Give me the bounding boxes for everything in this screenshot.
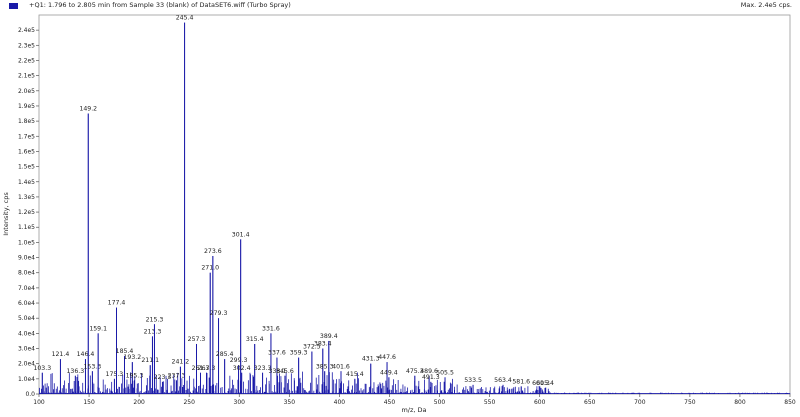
y-tick-label: 1.4e5 xyxy=(18,179,35,186)
spectrum-trace xyxy=(38,22,791,395)
peak-label: 581.6 xyxy=(512,378,530,385)
axes: 100 150 200 250 300 350 400 450 500 550 600 650 700 7… xyxy=(18,14,796,406)
peak-label: 241.2 xyxy=(172,359,190,366)
x-tick-label: 250 xyxy=(183,399,195,406)
peak-label: 103.3 xyxy=(33,365,51,372)
peak-labels: 103.3121.4136.3146.4149.2153.3159.1175.3… xyxy=(33,15,554,394)
y-tick-label: 3.0e4 xyxy=(18,346,35,353)
peak-label: 213.3 xyxy=(144,328,162,335)
y-tick-label: 2.1e5 xyxy=(18,73,35,80)
peak-label: 315.4 xyxy=(246,336,264,343)
peak-label: 136.3 xyxy=(66,368,84,375)
peak-label: 447.6 xyxy=(378,354,396,361)
y-tick-label: 0.0 xyxy=(25,391,35,398)
peak-label: 149.2 xyxy=(79,106,97,113)
y-tick-label: 6.0e4 xyxy=(18,300,35,307)
x-axis-title: m/z, Da xyxy=(401,406,426,414)
peak-label: 505.5 xyxy=(436,369,454,376)
y-tick-label: 7.0e4 xyxy=(18,285,35,292)
y-tick-label: 1.2e5 xyxy=(18,209,35,216)
y-tick-label: 1.6e5 xyxy=(18,148,35,155)
mass-spectrum-chart: 100 150 200 250 300 350 400 450 500 550 600 650 700 7… xyxy=(2,14,796,414)
y-tick-label: 1.7e5 xyxy=(18,133,35,140)
series-line xyxy=(38,22,791,395)
peak-label: 211.1 xyxy=(141,357,159,364)
peak-label: 385.3 xyxy=(316,363,334,370)
x-tick-label: 300 xyxy=(234,399,246,406)
peak-label: 449.4 xyxy=(380,369,398,376)
peak-label: 237.3 xyxy=(168,372,186,379)
x-tick-label: 200 xyxy=(133,399,145,406)
x-tick-label: 550 xyxy=(484,399,496,406)
x-tick-label: 800 xyxy=(734,399,746,406)
x-tick-label: 500 xyxy=(434,399,446,406)
y-tick-label: 1.0e4 xyxy=(18,376,35,383)
peak-label: 279.3 xyxy=(210,310,228,317)
x-tick-label: 850 xyxy=(784,399,796,406)
peak-label: 415.4 xyxy=(346,371,364,378)
peak-label: 605.4 xyxy=(536,380,554,387)
y-tick-label: 1.8e5 xyxy=(18,118,35,125)
x-tick-label: 350 xyxy=(284,399,296,406)
peak-label: 146.4 xyxy=(77,351,95,358)
x-tick-label: 650 xyxy=(584,399,596,406)
x-tick-label: 400 xyxy=(334,399,346,406)
peak-label: 389.4 xyxy=(320,333,338,340)
y-tick-label: 1.3e5 xyxy=(18,194,35,201)
peak-label: 215.3 xyxy=(146,316,164,323)
peak-label: 401.6 xyxy=(332,363,350,370)
plot-frame xyxy=(38,14,791,395)
peak-label: 175.3 xyxy=(106,371,124,378)
peak-label: 257.3 xyxy=(188,336,206,343)
peak-label: 431.3 xyxy=(362,356,380,363)
y-tick-label: 1.0e5 xyxy=(18,239,35,246)
y-axis-title: Intensity, cps xyxy=(2,192,10,236)
y-tick-label: 5.0e4 xyxy=(18,315,35,322)
peak-label: 337.6 xyxy=(268,350,286,357)
peak-label: 331.6 xyxy=(262,325,280,332)
peak-label: 301.4 xyxy=(232,231,250,238)
peak-label: 245.4 xyxy=(176,15,194,22)
peak-label: 121.4 xyxy=(52,351,70,358)
peak-label: 563.4 xyxy=(494,377,512,384)
y-tick-label: 1.1e5 xyxy=(18,224,35,231)
y-tick-label: 1.9e5 xyxy=(18,103,35,110)
x-tick-label: 450 xyxy=(384,399,396,406)
x-tick-label: 700 xyxy=(634,399,646,406)
y-tick-label: 1.5e5 xyxy=(18,164,35,171)
x-tick-label: 750 xyxy=(684,399,696,406)
x-tick-label: 600 xyxy=(534,399,546,406)
peak-label: 271.0 xyxy=(201,265,219,272)
peak-label: 273.6 xyxy=(204,248,222,255)
y-tick-label: 2.2e5 xyxy=(18,57,35,64)
y-tick-label: 4.0e4 xyxy=(18,330,35,337)
peak-label: 299.3 xyxy=(230,357,248,364)
y-tick-label: 8.0e4 xyxy=(18,270,35,277)
y-tick-label: 9.0e4 xyxy=(18,255,35,262)
peak-label: 195.3 xyxy=(126,372,144,379)
y-tick-label: 2.4e5 xyxy=(18,27,35,34)
peak-label: 177.4 xyxy=(108,300,126,307)
y-tick-label: 2.0e5 xyxy=(18,88,35,95)
peak-label: 302.4 xyxy=(233,365,251,372)
peak-label: 533.5 xyxy=(464,377,482,384)
peak-label: 345.6 xyxy=(276,368,294,375)
y-tick-label: 2.3e5 xyxy=(18,42,35,49)
x-tick-label: 150 xyxy=(83,399,95,406)
x-tick-label: 100 xyxy=(33,399,45,406)
peak-label: 193.2 xyxy=(123,354,141,361)
peak-label: 159.1 xyxy=(89,325,107,332)
peak-label: 359.3 xyxy=(290,350,308,357)
